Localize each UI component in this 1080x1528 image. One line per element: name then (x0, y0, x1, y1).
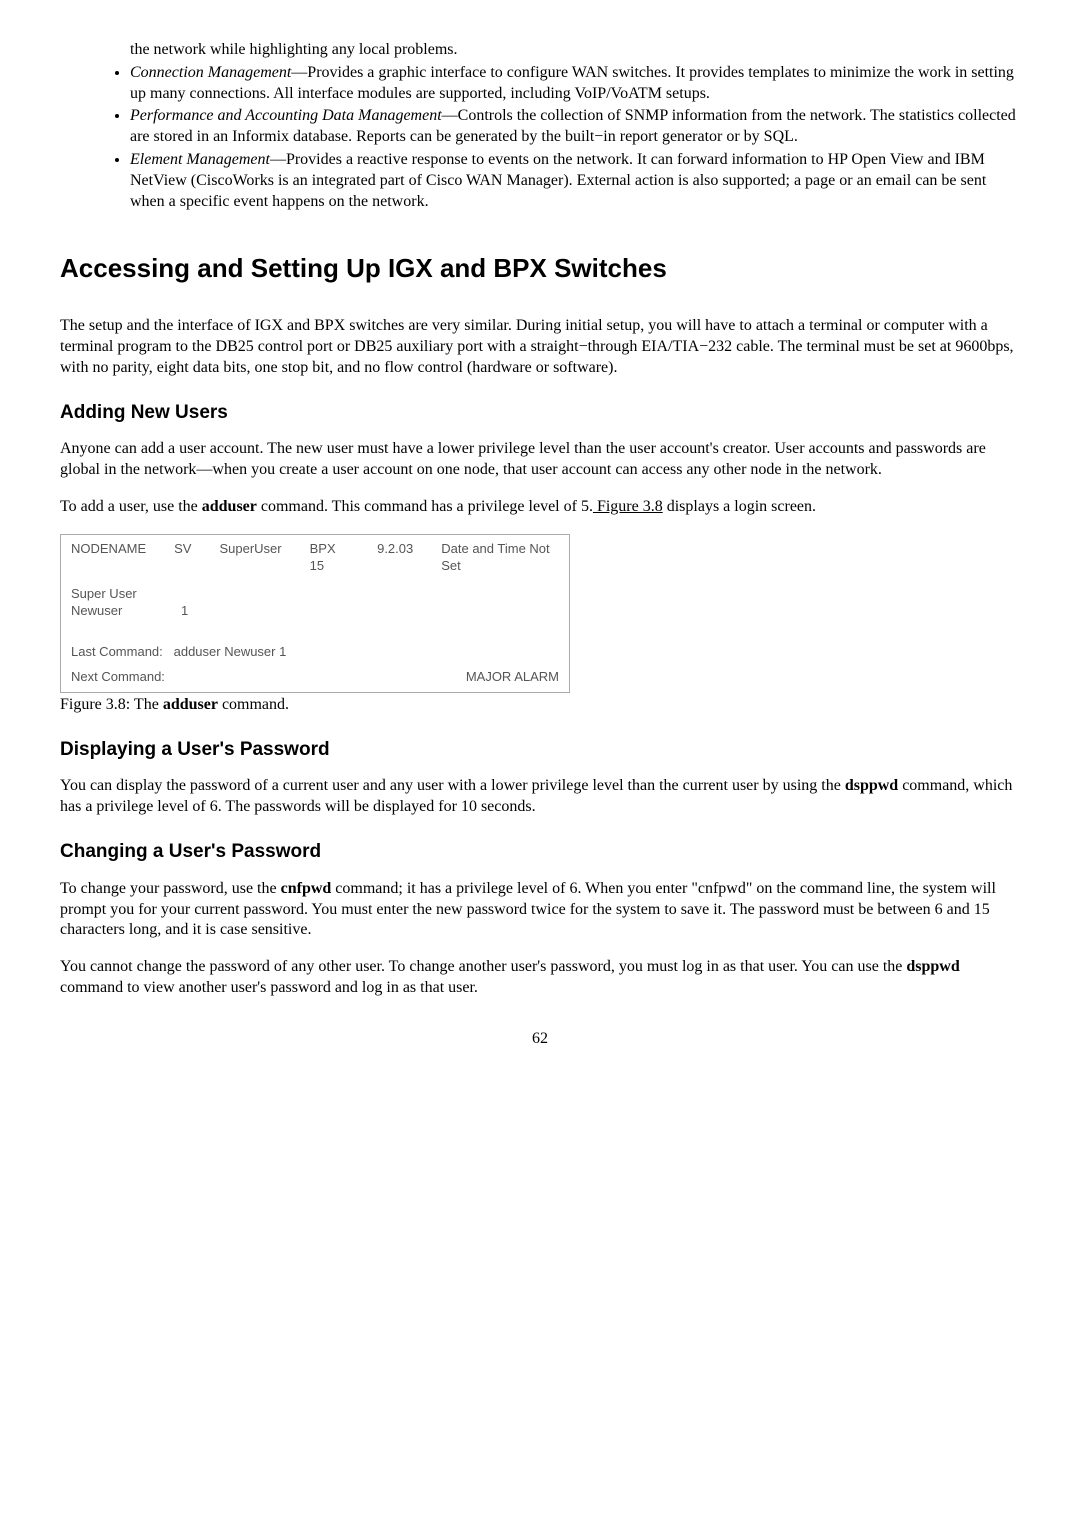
text-run: displays a login screen. (663, 498, 816, 515)
body-paragraph: Anyone can add a user account. The new u… (60, 439, 1020, 481)
term-nodename: NODENAME (71, 541, 146, 575)
page-number: 62 (60, 1029, 1020, 1050)
figure-link[interactable]: Figure 3.8 (593, 498, 663, 515)
command-name: dsppwd (845, 777, 898, 794)
section-heading: Accessing and Setting Up IGX and BPX Swi… (60, 252, 1020, 286)
text-run: You cannot change the password of any ot… (60, 958, 906, 975)
body-paragraph: You cannot change the password of any ot… (60, 957, 1020, 999)
text-run: To add a user, use the (60, 498, 202, 515)
feature-name: Connection Management (130, 64, 291, 81)
body-paragraph: To add a user, use the adduser command. … (60, 497, 1020, 518)
command-name: adduser (163, 696, 218, 713)
term-date: Date and Time Not Set (441, 541, 559, 575)
body-paragraph: You can display the password of a curren… (60, 776, 1020, 818)
subsection-heading: Changing a User's Password (60, 840, 1020, 865)
term-bpx: BPX 15 (310, 541, 349, 575)
term-newuser-label: Newuser (71, 603, 181, 620)
terminal-screenshot: NODENAME SV SuperUser BPX 15 9.2.03 Date… (60, 534, 570, 693)
subsection-heading: Adding New Users (60, 401, 1020, 426)
term-superuser-label: Super User (71, 586, 181, 603)
term-alarm: MAJOR ALARM (466, 669, 559, 686)
term-version: 9.2.03 (377, 541, 413, 575)
caption-text: Figure 3.8: The (60, 696, 163, 713)
feature-name: Performance and Accounting Data Manageme… (130, 107, 442, 124)
text-run: command to view another user's password … (60, 979, 478, 996)
subsection-heading: Displaying a User's Password (60, 738, 1020, 763)
list-item: Element Management—Provides a reactive r… (130, 150, 1020, 212)
text-run: command. This command has a privilege le… (257, 498, 593, 515)
caption-text: command. (218, 696, 289, 713)
command-name: dsppwd (906, 958, 959, 975)
term-next-command-label: Next Command: (71, 669, 165, 686)
continuation-text: the network while highlighting any local… (60, 40, 1020, 61)
feature-name: Element Management (130, 151, 270, 168)
body-paragraph: To change your password, use the cnfpwd … (60, 879, 1020, 941)
figure-caption: Figure 3.8: The adduser command. (60, 695, 1020, 716)
term-value: 1 (181, 603, 188, 620)
body-paragraph: The setup and the interface of IGX and B… (60, 316, 1020, 378)
term-superuser: SuperUser (219, 541, 281, 575)
feature-list: Connection Management—Provides a graphic… (60, 63, 1020, 213)
text-run: You can display the password of a curren… (60, 777, 845, 794)
list-item: Performance and Accounting Data Manageme… (130, 106, 1020, 148)
term-last-command-label: Last Command: (71, 644, 163, 659)
term-sv: SV (174, 541, 191, 575)
term-last-command-value: adduser Newuser 1 (174, 644, 287, 659)
command-name: cnfpwd (281, 880, 332, 897)
command-name: adduser (202, 498, 257, 515)
list-item: Connection Management—Provides a graphic… (130, 63, 1020, 105)
text-run: To change your password, use the (60, 880, 281, 897)
